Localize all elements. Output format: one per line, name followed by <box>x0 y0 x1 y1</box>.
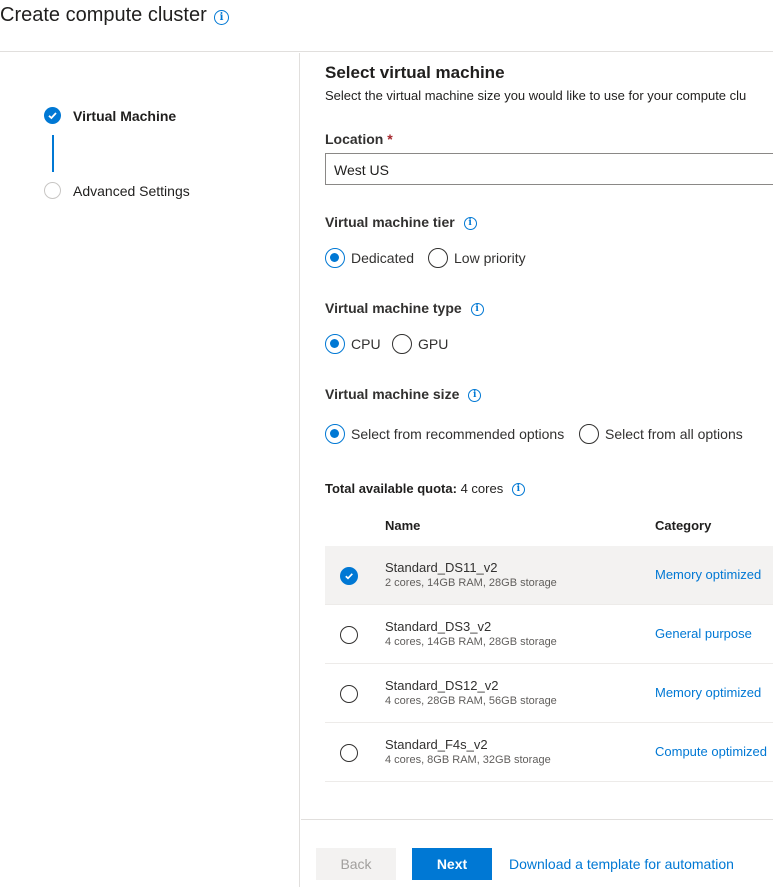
quota-value: 4 cores <box>460 481 504 496</box>
step-advanced-settings[interactable]: Advanced Settings <box>44 182 190 199</box>
step-indicator <box>44 182 61 199</box>
next-button[interactable]: Next <box>412 848 492 880</box>
radio-gpu[interactable]: GPU <box>392 334 448 354</box>
row-radio[interactable] <box>340 626 358 644</box>
vm-type-label-text: Virtual machine type <box>325 300 462 316</box>
radio-indicator <box>392 334 412 354</box>
vm-name: Standard_DS11_v2 <box>385 560 498 575</box>
radio-label: Dedicated <box>351 250 415 266</box>
quota-info: Total available quota: 4 cores i <box>325 481 525 497</box>
step-connector <box>52 135 54 172</box>
vm-name: Standard_F4s_v2 <box>385 737 488 752</box>
radio-label: Select from recommended options <box>351 426 565 442</box>
vm-category: Compute optimized <box>655 744 767 759</box>
column-header-name[interactable]: Name <box>385 518 420 533</box>
radio-indicator <box>579 424 599 444</box>
radio-recommended-options[interactable]: Select from recommended options <box>325 424 564 444</box>
location-label-text: Location <box>325 131 384 147</box>
vm-specs: 4 cores, 8GB RAM, 32GB storage <box>385 754 551 766</box>
vm-specs: 4 cores, 28GB RAM, 56GB storage <box>385 695 557 707</box>
step-label: Advanced Settings <box>73 182 190 199</box>
radio-indicator <box>428 248 448 268</box>
radio-label: CPU <box>351 336 381 352</box>
info-icon[interactable]: i <box>214 10 229 25</box>
vm-table-row[interactable]: Standard_F4s_v2 4 cores, 8GB RAM, 32GB s… <box>325 723 773 782</box>
download-template-link[interactable]: Download a template for automation <box>509 856 734 872</box>
vm-size-label: Virtual machine size i <box>325 386 482 402</box>
required-mark: * <box>387 131 393 147</box>
radio-cpu[interactable]: CPU <box>325 334 381 354</box>
radio-label: GPU <box>418 336 449 352</box>
vm-name: Standard_DS12_v2 <box>385 678 499 693</box>
section-description: Select the virtual machine size you woul… <box>325 88 747 103</box>
vm-table-row[interactable]: Standard_DS11_v2 2 cores, 14GB RAM, 28GB… <box>325 546 773 605</box>
vm-category: General purpose <box>655 626 752 641</box>
row-radio[interactable] <box>340 744 358 762</box>
radio-label: Low priority <box>454 250 526 266</box>
vm-specs: 2 cores, 14GB RAM, 28GB storage <box>385 577 557 589</box>
page-header: Create compute cluster i <box>0 0 773 52</box>
radio-all-options[interactable]: Select from all options <box>579 424 743 444</box>
section-title: Select virtual machine <box>325 63 505 82</box>
vm-name: Standard_DS3_v2 <box>385 619 492 634</box>
checkmark-icon <box>44 107 61 124</box>
info-icon[interactable]: i <box>511 483 525 497</box>
vm-type-label: Virtual machine type i <box>325 300 484 316</box>
vm-category: Memory optimized <box>655 685 762 700</box>
radio-dedicated[interactable]: Dedicated <box>325 248 414 268</box>
vm-tier-label-text: Virtual machine tier <box>325 214 455 230</box>
info-icon[interactable]: i <box>468 388 482 402</box>
info-icon[interactable]: i <box>463 216 477 230</box>
quota-label: Total available quota: <box>325 481 457 496</box>
vm-specs: 4 cores, 14GB RAM, 28GB storage <box>385 636 557 648</box>
location-label: Location * <box>325 131 393 147</box>
radio-indicator <box>325 334 345 354</box>
info-icon[interactable]: i <box>470 302 484 316</box>
step-label: Virtual Machine <box>73 107 177 124</box>
row-radio[interactable] <box>340 685 358 703</box>
radio-indicator <box>325 424 345 444</box>
location-select[interactable]: West US <box>325 153 773 185</box>
footer-divider <box>301 819 773 820</box>
main-content: Select virtual machine Select the virtua… <box>301 53 773 887</box>
radio-low-priority[interactable]: Low priority <box>428 248 526 268</box>
checkmark-icon[interactable] <box>340 567 358 585</box>
column-header-category[interactable]: Category <box>655 518 711 533</box>
vm-category: Memory optimized <box>655 567 762 582</box>
vm-size-label-text: Virtual machine size <box>325 386 460 402</box>
page-title: Create compute cluster <box>0 4 207 26</box>
vm-tier-label: Virtual machine tier i <box>325 214 477 230</box>
radio-indicator <box>325 248 345 268</box>
wizard-steps: Virtual Machine Advanced Settings <box>0 53 300 887</box>
step-virtual-machine[interactable]: Virtual Machine <box>44 107 176 124</box>
back-button[interactable]: Back <box>316 848 396 880</box>
vm-table-row[interactable]: Standard_DS12_v2 4 cores, 28GB RAM, 56GB… <box>325 664 773 723</box>
vm-table-row[interactable]: Standard_DS3_v2 4 cores, 14GB RAM, 28GB … <box>325 605 773 664</box>
radio-label: Select from all options <box>605 426 743 442</box>
